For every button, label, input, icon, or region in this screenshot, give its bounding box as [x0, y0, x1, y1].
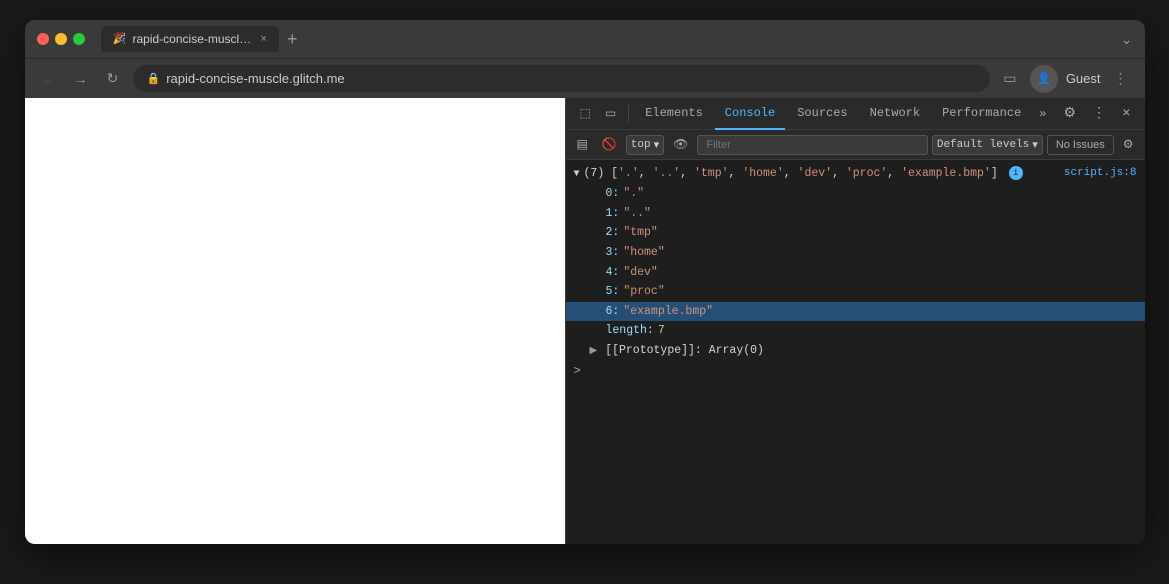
guest-label: Guest [1066, 71, 1101, 86]
console-source-link[interactable]: script.js:8 [1056, 165, 1137, 183]
prop-key: 2: [606, 223, 620, 243]
prototype-text: [[Prototype]]: Array(0) [605, 341, 764, 361]
devtools-toolbar: ⬚ ▭ Elements Console Sources Network Per… [566, 98, 1145, 130]
sidebar-toggle-icon[interactable]: ▤ [572, 134, 593, 155]
minimize-window-button[interactable] [55, 33, 67, 45]
tab-favicon-icon: 🎉 [113, 32, 127, 46]
refresh-button[interactable]: ↻ [101, 67, 125, 91]
prop-value: "dev" [623, 263, 658, 283]
console-settings-icon[interactable]: ⚙ [1118, 134, 1139, 155]
tab-performance[interactable]: Performance [932, 98, 1031, 130]
devtools-panel: ⬚ ▭ Elements Console Sources Network Per… [565, 98, 1145, 544]
page-area [25, 98, 565, 544]
prop-key: 0: [606, 184, 620, 204]
devtools-right-actions: ⚙ ⋮ × [1058, 101, 1137, 126]
array-summary-text: (7) ['.', '..', 'tmp', 'home', 'dev', 'p… [584, 165, 1056, 183]
tab-console[interactable]: Console [715, 98, 785, 130]
prop-value: "." [623, 184, 644, 204]
avatar-icon: 👤 [1037, 72, 1051, 85]
prop-value: "proc" [623, 282, 664, 302]
tab-sources[interactable]: Sources [787, 98, 857, 130]
array-item-2: 2: "tmp" [566, 223, 1145, 243]
prototype-expand-icon[interactable]: ▶ [590, 343, 598, 361]
main-content: ⬚ ▭ Elements Console Sources Network Per… [25, 98, 1145, 544]
devtools-more-icon[interactable]: ⋮ [1086, 101, 1112, 126]
avatar[interactable]: 👤 [1030, 65, 1058, 93]
console-cursor[interactable]: > [566, 360, 1145, 382]
devtools-settings-icon[interactable]: ⚙ [1058, 101, 1083, 126]
prop-key: 6: [606, 302, 620, 322]
levels-arrow-icon: ▾ [1032, 138, 1038, 152]
bookmark-icon[interactable]: ▭ [998, 67, 1022, 91]
prop-key: 3: [606, 243, 620, 263]
log-levels-selector[interactable]: Default levels ▾ [932, 135, 1043, 155]
browser-actions: ▭ 👤 Guest ⋮ [998, 65, 1133, 93]
close-window-button[interactable] [37, 33, 49, 45]
browser-more-button[interactable]: ⋮ [1109, 67, 1133, 91]
browser-window: 🎉 rapid-concise-muscle.glitch.m… × + ⌄ ←… [25, 20, 1145, 544]
window-expand-icon[interactable]: ⌄ [1121, 31, 1133, 48]
array-item-5: 5: "proc" [566, 282, 1145, 302]
forward-button[interactable]: → [69, 67, 93, 91]
console-output[interactable]: ▼ (7) ['.', '..', 'tmp', 'home', 'dev', … [566, 160, 1145, 544]
array-item-4: 4: "dev" [566, 263, 1145, 283]
context-label: top [631, 139, 651, 151]
prop-key: 4: [606, 263, 620, 283]
maximize-window-button[interactable] [73, 33, 85, 45]
lock-icon: 🔒 [147, 72, 161, 85]
prop-key: 5: [606, 282, 620, 302]
clear-console-button[interactable]: 🚫 [597, 134, 622, 155]
length-property: length: 7 [566, 321, 1145, 341]
cursor-chevron-icon: > [574, 364, 581, 378]
context-arrow-icon: ▾ [654, 138, 660, 152]
array-item-3: 3: "home" [566, 243, 1145, 263]
prop-key: 1: [606, 204, 620, 224]
tab-elements[interactable]: Elements [635, 98, 713, 130]
toolbar-separator [628, 105, 629, 123]
traffic-lights [37, 33, 85, 45]
context-selector[interactable]: top ▾ [626, 135, 664, 155]
tab-network[interactable]: Network [860, 98, 930, 130]
address-text: rapid-concise-muscle.glitch.me [166, 71, 344, 86]
array-item-1: 1: ".." [566, 204, 1145, 224]
tab-close-button[interactable]: × [261, 33, 267, 45]
prop-value: ".." [623, 204, 651, 224]
console-array-summary[interactable]: ▼ (7) ['.', '..', 'tmp', 'home', 'dev', … [566, 164, 1145, 184]
array-item-6: 6: "example.bmp" [566, 302, 1145, 322]
inspect-element-icon[interactable]: ⬚ [574, 102, 597, 125]
address-bar: ← → ↻ 🔒 rapid-concise-muscle.glitch.me ▭… [25, 58, 1145, 98]
prop-length-value: 7 [658, 321, 665, 341]
eye-icon[interactable]: 👁 [668, 134, 693, 155]
prop-length-key: length: [606, 321, 654, 341]
address-field[interactable]: 🔒 rapid-concise-muscle.glitch.me [133, 65, 990, 92]
info-badge: i [1009, 166, 1023, 180]
back-button[interactable]: ← [37, 67, 61, 91]
expand-icon[interactable]: ▼ [574, 167, 580, 183]
new-tab-button[interactable]: + [279, 30, 306, 48]
devtools-secondary-toolbar: ▤ 🚫 top ▾ 👁 Default levels ▾ No Issues ⚙ [566, 130, 1145, 160]
issues-button[interactable]: No Issues [1047, 135, 1114, 155]
prop-value: "example.bmp" [623, 302, 713, 322]
tab-title: rapid-concise-muscle.glitch.m… [133, 32, 253, 46]
filter-input[interactable] [697, 135, 927, 155]
prop-value: "tmp" [623, 223, 658, 243]
browser-tab[interactable]: 🎉 rapid-concise-muscle.glitch.m… × [101, 26, 279, 52]
array-item-0: 0: "." [566, 184, 1145, 204]
title-bar: 🎉 rapid-concise-muscle.glitch.m… × + ⌄ [25, 20, 1145, 58]
levels-label: Default levels [937, 139, 1029, 151]
prop-value: "home" [623, 243, 664, 263]
prototype-line[interactable]: ▶ [[Prototype]]: Array(0) [566, 341, 1145, 361]
tab-area: 🎉 rapid-concise-muscle.glitch.m… × + [101, 26, 1113, 52]
device-mode-icon[interactable]: ▭ [599, 102, 622, 125]
devtools-close-button[interactable]: × [1116, 102, 1136, 126]
more-tabs-button[interactable]: » [1033, 103, 1052, 125]
